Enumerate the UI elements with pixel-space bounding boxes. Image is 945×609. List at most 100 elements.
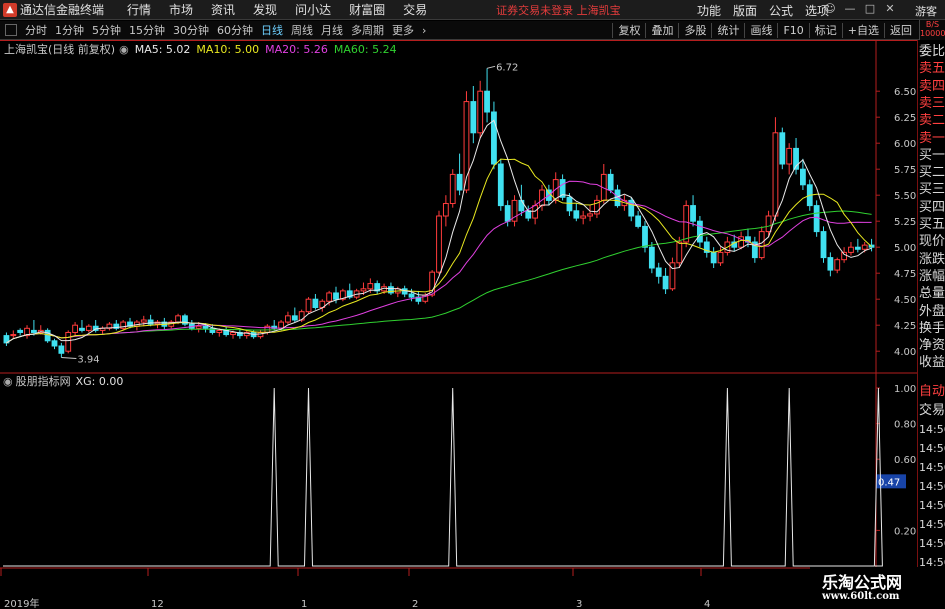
period-multi[interactable]: 多周期 <box>347 22 388 38</box>
candle-down <box>44 329 51 342</box>
tool-adjust[interactable]: 复权 <box>612 23 645 38</box>
tool-f10[interactable]: F10 <box>777 23 808 38</box>
indicator-value: XG: 0.00 <box>75 374 124 388</box>
time-label: 4 <box>704 599 710 609</box>
tick-time: 14:56 <box>919 442 945 455</box>
tool-stats[interactable]: 统计 <box>711 23 744 38</box>
tool-multistock[interactable]: 多股 <box>678 23 711 38</box>
candle-down <box>655 267 662 277</box>
sub-chart-header: ◉ 股朋指标网 XG: 0.00 <box>0 373 123 389</box>
menu-market[interactable]: 市场 <box>160 1 202 18</box>
tool-draw[interactable]: 画线 <box>744 23 777 38</box>
period-toolbar: 分时 1分钟 5分钟 15分钟 30分钟 60分钟 日线 周线 月线 多周期 更… <box>0 21 945 40</box>
candle-up <box>175 315 181 323</box>
indicator-name[interactable]: 股朋指标网 <box>13 373 71 389</box>
sub-axis-label: 0.60 <box>894 455 916 466</box>
candle-down <box>854 246 861 250</box>
side-mini-label[interactable]: B/S 10000 <box>919 20 945 40</box>
watermark: 乐淘公式网 www.60lt.com <box>810 567 945 609</box>
minimize-icon[interactable]: — <box>843 2 857 16</box>
menu-bar: ▲ 通达信金融终端 行情 市场 资讯 发现 问小达 财富圈 交易 证券交易未登录… <box>0 0 945 20</box>
price-label: 4.25 <box>894 321 916 332</box>
user-icon[interactable]: ☺ <box>823 2 837 16</box>
candle-down <box>518 199 525 212</box>
period-monthly[interactable]: 月线 <box>317 22 347 38</box>
candle-up <box>861 244 868 250</box>
tool-back[interactable]: 返回 <box>884 23 917 38</box>
menu-trade[interactable]: 交易 <box>394 1 436 18</box>
menu-news[interactable]: 资讯 <box>202 1 244 18</box>
chart-tools: 复权 叠加 多股 统计 画线 F10 标记 +自选 返回 <box>612 21 917 40</box>
guest-label[interactable]: 游客 <box>915 3 937 19</box>
chevron-right-icon[interactable]: › <box>418 24 430 37</box>
tool-mark[interactable]: 标记 <box>808 23 842 38</box>
candle-down <box>17 329 24 333</box>
login-notice[interactable]: 证券交易未登录 上海凯宝 <box>496 2 621 18</box>
candle-up <box>765 215 772 233</box>
side-label: 总量 <box>919 286 945 302</box>
settings-icon[interactable]: ◉ <box>119 43 129 56</box>
tick-time: 14:56 <box>919 537 945 550</box>
tick-time: 14:56 <box>919 499 945 512</box>
price-label: 5.50 <box>894 191 916 202</box>
period-daily[interactable]: 日线 <box>257 22 287 38</box>
candle-down <box>291 315 298 321</box>
menu-quotes[interactable]: 行情 <box>118 1 160 18</box>
period-15min[interactable]: 15分钟 <box>125 22 169 38</box>
menu-discover[interactable]: 发现 <box>244 1 286 18</box>
close-icon[interactable]: ✕ <box>883 2 897 16</box>
candle-down <box>800 168 806 186</box>
period-weekly[interactable]: 周线 <box>287 22 317 38</box>
menu-formula[interactable]: 公式 <box>763 2 799 19</box>
tool-overlay[interactable]: 叠加 <box>645 23 678 38</box>
period-5min[interactable]: 5分钟 <box>88 22 125 38</box>
candle-down <box>79 327 85 331</box>
side-label: 现价 <box>919 234 945 250</box>
price-label: 5.25 <box>894 217 916 228</box>
candle-down <box>312 298 319 309</box>
period-30min[interactable]: 30分钟 <box>169 22 213 38</box>
candle-down <box>697 220 703 243</box>
maximize-icon[interactable]: □ <box>863 2 877 16</box>
price-label: 4.50 <box>894 295 916 306</box>
period-1min[interactable]: 1分钟 <box>51 22 88 38</box>
candle-down <box>525 210 532 219</box>
tick-time: 14:56 <box>919 423 945 436</box>
period-more[interactable]: 更多 <box>388 22 418 38</box>
stock-name[interactable]: 上海凯宝(日线 前复权) <box>0 41 119 57</box>
menu-layout[interactable]: 版面 <box>727 2 763 19</box>
candle-down <box>648 246 655 269</box>
candle-down <box>202 325 209 329</box>
candle-up <box>230 331 236 336</box>
settings-icon[interactable]: ◉ <box>0 375 13 388</box>
ma5-label: MA5: 5.02 <box>134 42 191 56</box>
candle-up <box>360 288 367 292</box>
high-label: 6.72 <box>496 62 518 73</box>
ma10-label: MA10: 5.00 <box>196 42 260 56</box>
menu-function[interactable]: 功能 <box>691 2 727 19</box>
app-logo-icon: ▲ <box>3 2 17 17</box>
panel-toggle-icon[interactable] <box>5 24 17 36</box>
menu-wealth[interactable]: 财富圈 <box>340 1 394 18</box>
candle-down <box>813 205 820 233</box>
main-chart-header: 上海凯宝(日线 前复权) ◉ MA5: 5.02 MA10: 5.00 MA20… <box>0 41 397 57</box>
side-label[interactable]: 自动 <box>919 384 945 400</box>
tool-add-watchlist[interactable]: +自选 <box>841 23 884 38</box>
candle-up <box>772 132 779 217</box>
candle-up <box>717 251 724 264</box>
candle-up <box>539 189 545 207</box>
candle-down <box>607 173 614 191</box>
app-title: 通达信金融终端 <box>20 3 105 17</box>
kline-chart[interactable]: 6.50 6.25 6.00 5.75 5.50 5.25 5.00 4.75 4.50 4.25… <box>0 40 917 609</box>
menu-ask[interactable]: 问小达 <box>286 1 340 18</box>
period-60min[interactable]: 60分钟 <box>213 22 257 38</box>
side-label: 卖二 <box>919 113 945 129</box>
candle-up <box>195 325 202 329</box>
tick-time: 14:56 <box>919 480 945 493</box>
candle-up <box>305 298 312 313</box>
candle-down <box>566 196 573 212</box>
candle-down <box>497 163 504 207</box>
time-label: 2019年 <box>4 597 39 609</box>
candle-down <box>51 340 58 347</box>
period-intraday[interactable]: 分时 <box>21 22 51 38</box>
